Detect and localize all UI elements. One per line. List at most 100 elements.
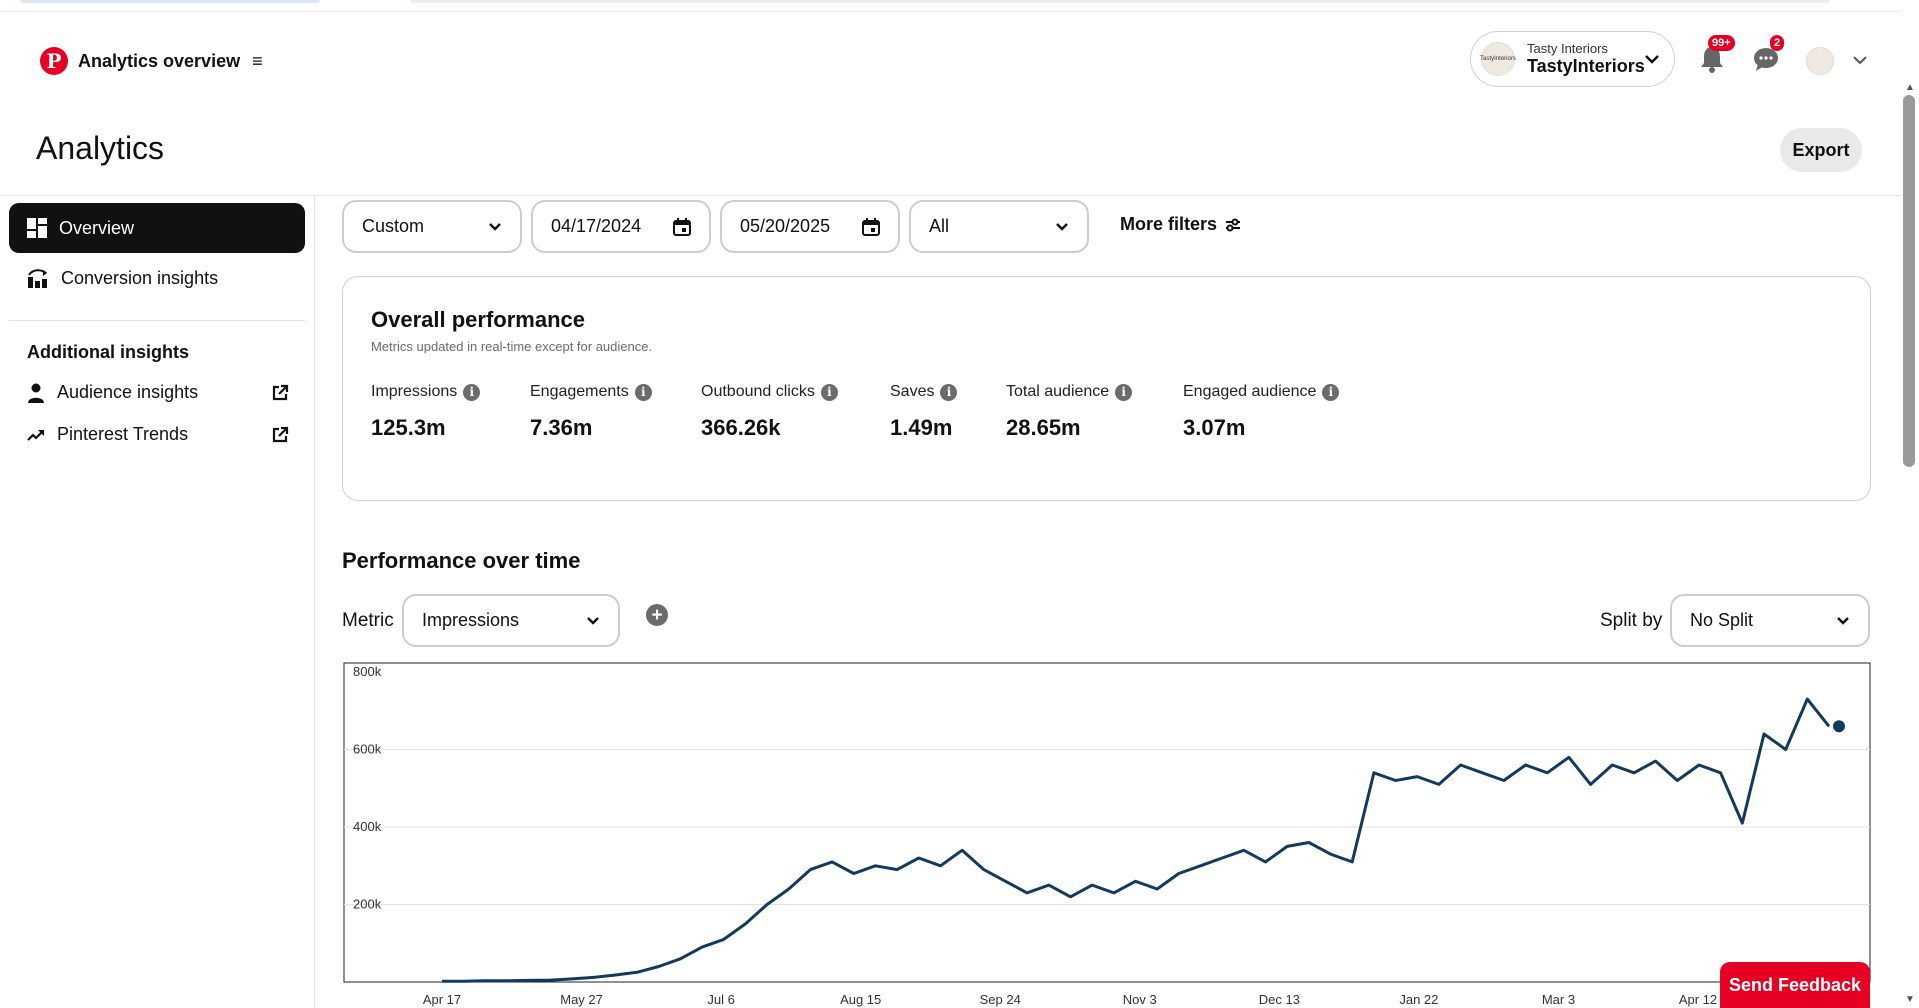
- info-icon[interactable]: i: [940, 383, 958, 401]
- metric-value: 3.07m: [1183, 415, 1246, 440]
- sidebar-item-conversion-insights[interactable]: Conversion insights: [9, 253, 305, 303]
- metric-label: Outbound clicks: [701, 383, 815, 400]
- sidebar-item-label: Overview: [59, 217, 135, 238]
- performance-over-time-title: Performance over time: [342, 548, 581, 573]
- chevron-down-icon: [587, 617, 599, 625]
- grid-icon: [27, 218, 47, 238]
- sidebar-link-label: Audience insights: [57, 382, 199, 402]
- content-type-value: All: [929, 216, 950, 236]
- sidebar-item-overview[interactable]: Overview: [9, 203, 305, 253]
- metric-outbound-clicks: Outbound clicks i 366.26k: [701, 383, 838, 441]
- start-date-input[interactable]: 04/17/2024: [531, 200, 711, 253]
- metric-select-value: Impressions: [422, 610, 520, 630]
- metric-select[interactable]: Impressions: [402, 594, 620, 647]
- messages-badge: 2: [1770, 35, 1785, 51]
- scrollbar-thumb[interactable]: [1903, 95, 1915, 467]
- start-date-value: 04/17/2024: [551, 216, 642, 236]
- chevron-down-icon[interactable]: [1852, 49, 1868, 70]
- last-data-point: [1833, 720, 1845, 733]
- browser-tab-strip: [0, 0, 1900, 12]
- y-tick-label: 400k: [353, 819, 382, 834]
- hamburger-menu-icon[interactable]: ≡: [252, 51, 263, 72]
- person-icon: [28, 383, 44, 403]
- date-range-select[interactable]: Custom: [342, 200, 522, 253]
- metric-label: Total audience: [1006, 383, 1110, 400]
- browser-address-bar[interactable]: [410, 0, 1830, 3]
- top-header: P Analytics overview ≡ TastyInteriors Ta…: [0, 13, 1900, 105]
- send-feedback-button[interactable]: Send Feedback: [1720, 962, 1870, 1008]
- notifications-button[interactable]: 99+: [1694, 35, 1735, 77]
- account-handle: TastyInteriors: [1527, 56, 1645, 76]
- more-filters-button[interactable]: More filters: [1120, 214, 1241, 235]
- metric-value: 366.26k: [701, 415, 781, 440]
- y-tick-label: 600k: [353, 742, 382, 757]
- x-tick-label: Aug 15: [840, 992, 881, 1007]
- chevron-down-icon: [1644, 48, 1660, 69]
- sidebar-item-label: Conversion insights: [61, 267, 219, 288]
- chevron-down-icon: [489, 223, 501, 231]
- metric-impressions: Impressions i 125.3m: [371, 383, 481, 441]
- profile-avatar[interactable]: [1806, 47, 1834, 75]
- metric-label: Saves: [890, 383, 935, 400]
- scroll-down-arrow[interactable]: ▼: [1903, 994, 1917, 1005]
- plot-frame: [343, 662, 1871, 983]
- info-icon[interactable]: i: [1115, 383, 1133, 401]
- trend-icon: [27, 429, 44, 441]
- external-link-icon: [272, 384, 289, 400]
- metric-label: Impressions: [371, 383, 458, 400]
- metric-saves: Saves i 1.49m: [890, 383, 958, 441]
- content-type-select[interactable]: All: [909, 200, 1089, 253]
- sidebar-link-audience-insights[interactable]: Audience insights: [27, 382, 289, 403]
- info-icon[interactable]: i: [634, 383, 652, 401]
- info-icon[interactable]: i: [1322, 383, 1340, 401]
- chevron-down-icon: [1837, 617, 1849, 625]
- y-tick-label: 800k: [353, 664, 382, 679]
- x-tick-label: Apr 17: [423, 992, 461, 1007]
- export-button[interactable]: Export: [1780, 128, 1862, 172]
- card-title: Overall performance: [371, 307, 585, 332]
- account-avatar: TastyInteriors: [1480, 42, 1516, 76]
- messages-button[interactable]: 2: [1748, 35, 1785, 77]
- page-title: Analytics: [36, 130, 165, 166]
- chart-svg: 800k 600k 400k 200k Apr 17 May 27 Jul 6 Aug 15 S…: [343, 662, 1871, 1007]
- sliders-icon: [1226, 218, 1241, 231]
- external-link-icon: [272, 426, 289, 442]
- pinterest-logo-icon[interactable]: P: [40, 47, 68, 75]
- account-switcher[interactable]: TastyInteriors Tasty Interiors TastyInte…: [1470, 31, 1675, 87]
- calendar-icon: [862, 217, 880, 236]
- end-date-input[interactable]: 05/20/2025: [720, 200, 900, 253]
- scroll-up-arrow[interactable]: ▲: [1903, 82, 1917, 93]
- sidebar-link-label: Pinterest Trends: [57, 424, 189, 444]
- metric-selector-label: Metric: [342, 610, 394, 631]
- brand: P Analytics overview ≡: [40, 47, 263, 75]
- metric-value: 7.36m: [530, 415, 593, 440]
- sidebar-link-pinterest-trends[interactable]: Pinterest Trends: [27, 424, 289, 445]
- x-tick-label: Mar 3: [1542, 992, 1575, 1007]
- x-tick-label: Nov 3: [1123, 992, 1157, 1007]
- overall-performance-card: Overall performance Metrics updated in r…: [342, 276, 1871, 501]
- split-by-select[interactable]: No Split: [1670, 594, 1870, 647]
- x-tick-label: Sep 24: [980, 992, 1021, 1007]
- info-icon[interactable]: i: [820, 383, 838, 401]
- x-tick-label: May 27: [560, 992, 603, 1007]
- x-tick-label: Jul 6: [707, 992, 734, 1007]
- x-tick-label: Jan 22: [1399, 992, 1438, 1007]
- metric-value: 125.3m: [371, 415, 446, 440]
- chevron-down-icon: [1056, 223, 1068, 231]
- browser-tab[interactable]: [20, 0, 320, 3]
- split-by-value: No Split: [1690, 610, 1754, 630]
- card-subtitle: Metrics updated in real-time except for …: [371, 339, 653, 354]
- y-tick-label: 200k: [353, 897, 382, 912]
- info-icon[interactable]: i: [463, 383, 481, 401]
- metric-value: 28.65m: [1006, 415, 1081, 440]
- series-line: [442, 697, 1831, 983]
- split-by-label: Split by: [1600, 610, 1663, 631]
- date-range-value: Custom: [362, 216, 425, 236]
- metric-label: Engaged audience: [1183, 383, 1317, 400]
- add-metric-icon[interactable]: +: [646, 604, 668, 626]
- app-title[interactable]: Analytics overview: [78, 51, 240, 72]
- metric-label: Engagements: [530, 383, 629, 400]
- impressions-line-chart[interactable]: 800k 600k 400k 200k Apr 17 May 27 Jul 6 Aug 15 S…: [343, 662, 1871, 1008]
- divider: [0, 195, 1900, 196]
- divider: [9, 320, 305, 321]
